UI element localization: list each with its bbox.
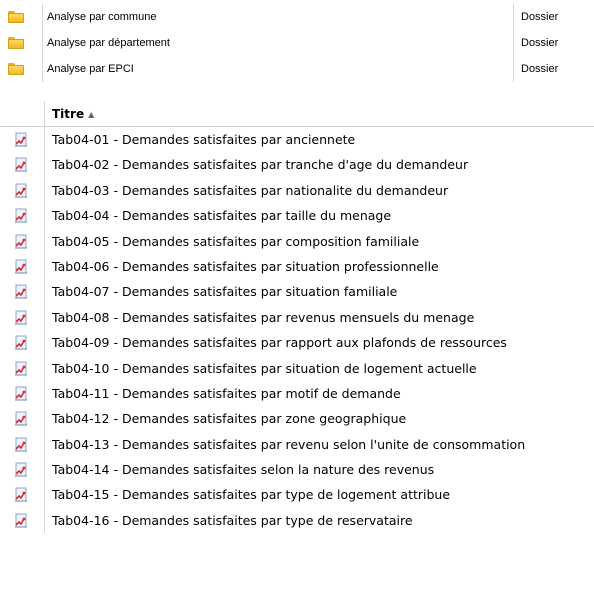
report-title[interactable]: Tab04-11 - Demandes satisfaites par moti… — [52, 386, 401, 401]
column-divider — [44, 203, 45, 229]
report-row[interactable]: Tab04-06 - Demandes satisfaites par situ… — [0, 253, 594, 280]
column-divider — [44, 304, 45, 331]
column-divider — [44, 482, 45, 508]
folder-name[interactable]: Analyse par EPCI — [47, 63, 134, 75]
folder-type: Dossier — [521, 11, 559, 23]
column-divider — [44, 406, 45, 432]
column-divider — [44, 380, 45, 407]
report-title[interactable]: Tab04-04 - Demandes satisfaites par tail… — [52, 208, 391, 223]
report-row[interactable]: Tab04-03 - Demandes satisfaites par nati… — [0, 177, 594, 204]
report-title[interactable]: Tab04-01 - Demandes satisfaites par anci… — [52, 132, 355, 147]
report-title[interactable]: Tab04-08 - Demandes satisfaites par reve… — [52, 310, 474, 325]
report-row[interactable]: Tab04-14 - Demandes satisfaites selon la… — [0, 457, 594, 483]
report-row[interactable]: Tab04-05 - Demandes satisfaites par comp… — [0, 228, 594, 254]
column-divider — [44, 101, 45, 127]
folder-list: Analyse par commune Dossier Analyse par … — [0, 4, 594, 82]
report-title[interactable]: Tab04-10 - Demandes satisfaites par situ… — [52, 361, 477, 376]
report-icon — [15, 487, 27, 502]
report-list: Titre ▲ Tab04-01 - Demandes satisfaites p… — [0, 101, 594, 534]
report-row[interactable]: Tab04-15 - Demandes satisfaites par type… — [0, 482, 594, 508]
report-title[interactable]: Tab04-13 - Demandes satisfaites par reve… — [52, 437, 525, 452]
column-divider — [513, 56, 514, 82]
report-row[interactable]: Tab04-04 - Demandes satisfaites par tail… — [0, 203, 594, 229]
report-icon — [15, 183, 27, 198]
report-icon — [15, 335, 27, 350]
folder-name[interactable]: Analyse par commune — [47, 11, 156, 23]
folder-type: Dossier — [521, 37, 559, 49]
report-icon — [15, 361, 27, 376]
folder-icon — [0, 30, 46, 56]
report-row[interactable]: Tab04-07 - Demandes satisfaites par situ… — [0, 279, 594, 305]
folder-icon — [0, 4, 46, 30]
report-title[interactable]: Tab04-07 - Demandes satisfaites par situ… — [52, 284, 397, 299]
column-divider — [44, 127, 45, 153]
report-icon — [15, 411, 27, 426]
report-title[interactable]: Tab04-02 - Demandes satisfaites par tran… — [52, 157, 468, 172]
report-icon — [15, 386, 27, 401]
report-icon — [15, 513, 27, 528]
folder-type: Dossier — [521, 63, 559, 75]
folder-icon — [0, 56, 46, 82]
report-row[interactable]: Tab04-11 - Demandes satisfaites par moti… — [0, 380, 594, 407]
report-icon — [15, 208, 27, 223]
report-title[interactable]: Tab04-06 - Demandes satisfaites par situ… — [52, 259, 439, 274]
report-row[interactable]: Tab04-01 - Demandes satisfaites par anci… — [0, 127, 594, 153]
report-title[interactable]: Tab04-14 - Demandes satisfaites selon la… — [52, 462, 434, 477]
column-divider — [42, 56, 43, 82]
report-icon — [15, 259, 27, 274]
report-row[interactable]: Tab04-13 - Demandes satisfaites par reve… — [0, 431, 594, 458]
column-divider — [44, 152, 45, 178]
report-title[interactable]: Tab04-09 - Demandes satisfaites par rapp… — [52, 335, 507, 350]
report-row[interactable]: Tab04-09 - Demandes satisfaites par rapp… — [0, 330, 594, 356]
report-rows: Tab04-01 - Demandes satisfaites par anci… — [0, 127, 594, 534]
report-title[interactable]: Tab04-15 - Demandes satisfaites par type… — [52, 487, 450, 502]
report-row[interactable]: Tab04-16 - Demandes satisfaites par type… — [0, 507, 594, 534]
title-column-label: Titre — [52, 107, 85, 121]
report-row[interactable]: Tab04-10 - Demandes satisfaites par situ… — [0, 355, 594, 381]
report-icon — [15, 157, 27, 172]
sort-ascending-icon[interactable]: ▲ — [88, 110, 94, 119]
report-title[interactable]: Tab04-16 - Demandes satisfaites par type… — [52, 513, 413, 528]
report-row[interactable]: Tab04-02 - Demandes satisfaites par tran… — [0, 152, 594, 178]
report-icon — [15, 234, 27, 249]
report-title[interactable]: Tab04-03 - Demandes satisfaites par nati… — [52, 183, 448, 198]
column-divider — [42, 4, 43, 30]
report-row[interactable]: Tab04-12 - Demandes satisfaites par zone… — [0, 406, 594, 432]
column-divider — [44, 228, 45, 254]
folder-row[interactable]: Analyse par commune Dossier — [0, 4, 594, 30]
report-icon — [15, 310, 27, 325]
column-divider — [44, 355, 45, 381]
column-divider — [44, 431, 45, 458]
folder-name[interactable]: Analyse par département — [47, 37, 170, 49]
column-divider — [44, 279, 45, 305]
column-divider — [44, 177, 45, 204]
column-divider — [513, 30, 514, 56]
report-list-header: Titre ▲ — [0, 101, 594, 127]
title-column-header[interactable]: Titre ▲ — [52, 107, 94, 121]
column-divider — [44, 330, 45, 356]
folder-row[interactable]: Analyse par département Dossier — [0, 30, 594, 56]
report-icon — [15, 437, 27, 452]
report-icon — [15, 284, 27, 299]
report-title[interactable]: Tab04-12 - Demandes satisfaites par zone… — [52, 411, 406, 426]
column-divider — [44, 457, 45, 483]
column-divider — [44, 507, 45, 534]
folder-row[interactable]: Analyse par EPCI Dossier — [0, 56, 594, 82]
column-divider — [44, 253, 45, 280]
column-divider — [42, 30, 43, 56]
report-title[interactable]: Tab04-05 - Demandes satisfaites par comp… — [52, 234, 419, 249]
report-icon — [15, 132, 27, 147]
column-divider — [513, 4, 514, 30]
report-row[interactable]: Tab04-08 - Demandes satisfaites par reve… — [0, 304, 594, 331]
report-icon — [15, 462, 27, 477]
